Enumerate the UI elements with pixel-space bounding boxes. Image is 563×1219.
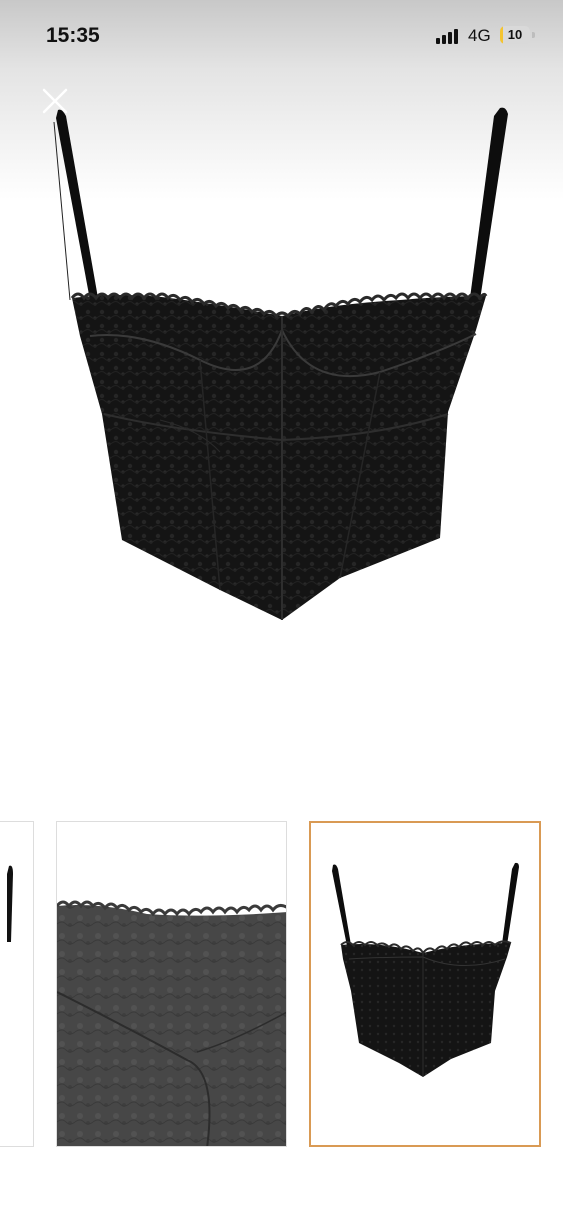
status-bar: 15:35 4G 10: [0, 0, 563, 70]
battery-icon: 10: [500, 26, 530, 44]
corset-top-illustration: [53, 107, 508, 620]
main-product-image[interactable]: [0, 95, 563, 655]
corset-side-view-icon: [7, 865, 13, 942]
network-label: 4G: [468, 26, 491, 45]
thumbnail-2[interactable]: [56, 821, 287, 1147]
thumbnail-3-selected[interactable]: [309, 821, 541, 1147]
black-lace-corset-top-icon: [332, 862, 519, 1077]
battery-level: 10: [507, 27, 523, 42]
cellular-signal-icon: [436, 28, 464, 44]
lace-detail-closeup-icon: [57, 900, 286, 1146]
status-time: 15:35: [46, 24, 100, 47]
thumbnail-1[interactable]: [0, 821, 34, 1147]
battery-tip: [532, 32, 535, 38]
